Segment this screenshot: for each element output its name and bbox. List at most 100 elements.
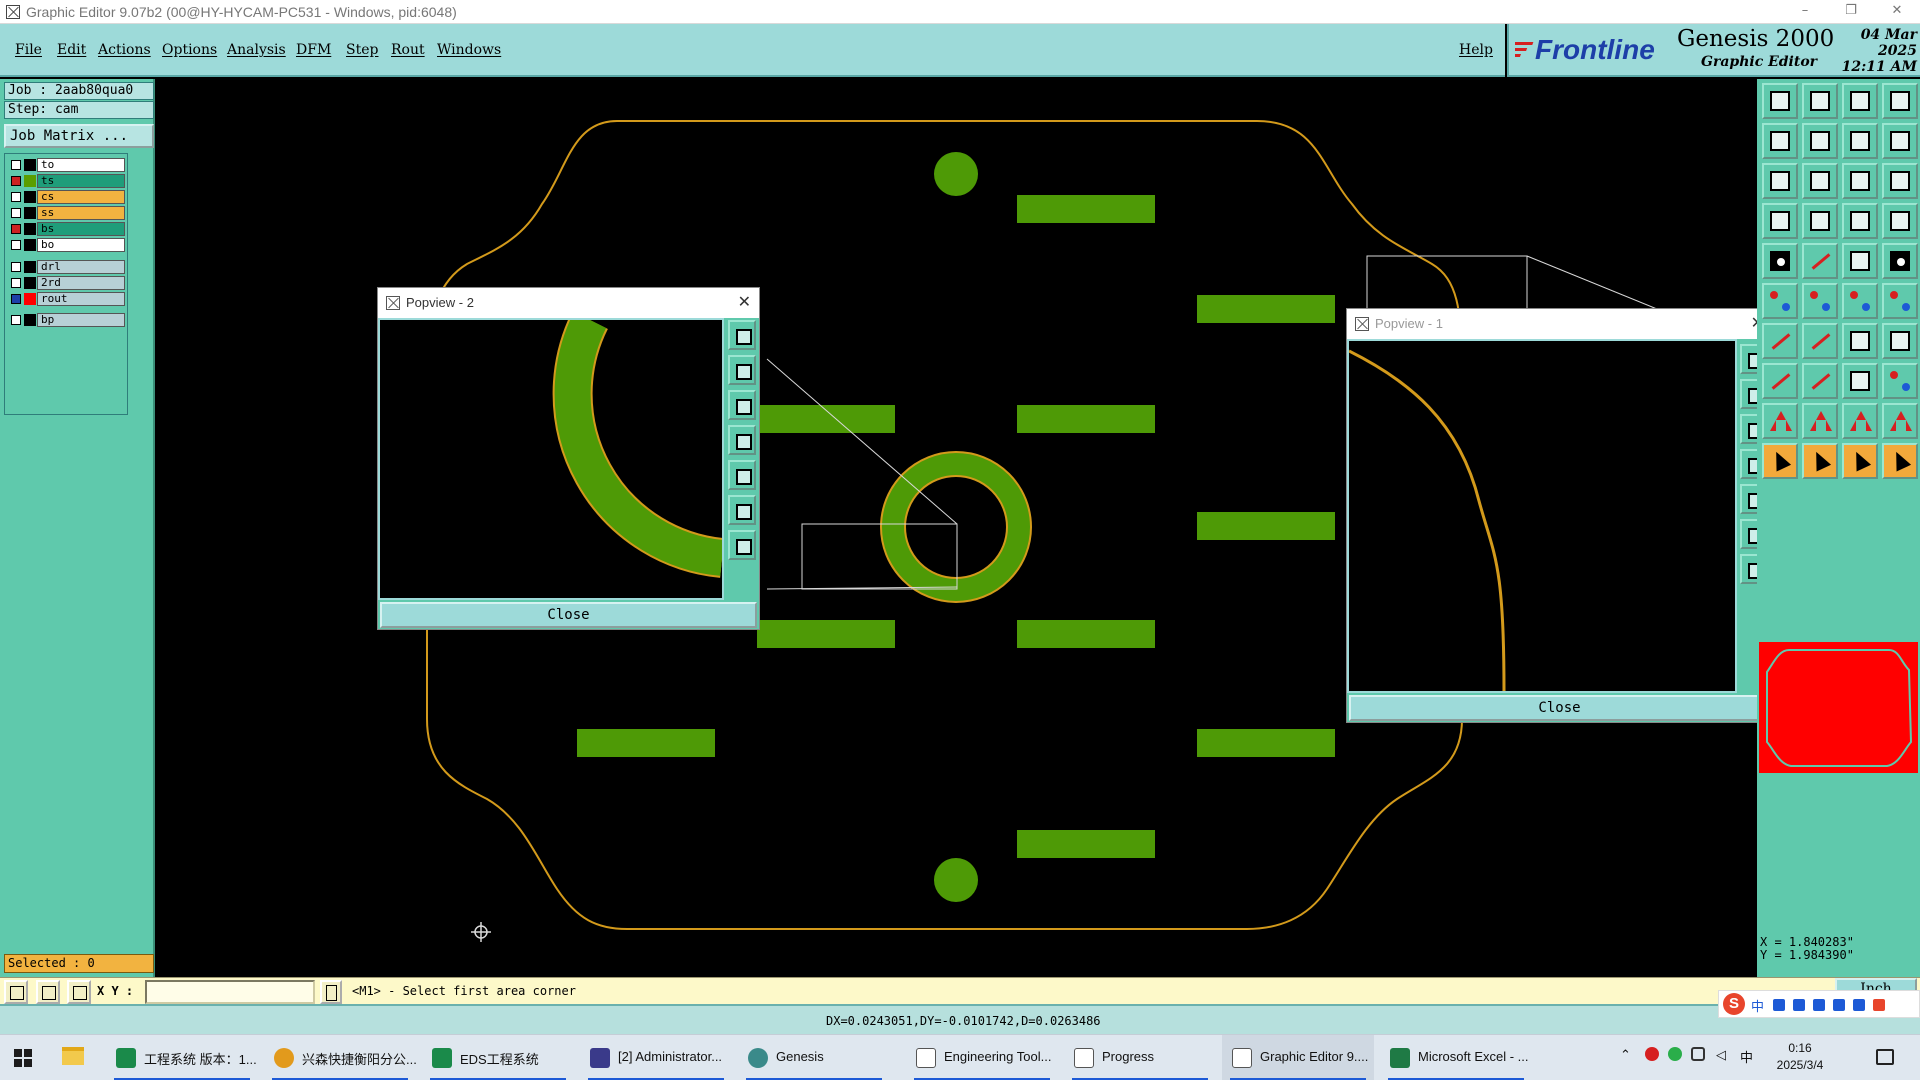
input-language[interactable]: 中 [1740,1047,1753,1066]
cross-icon[interactable] [1802,283,1838,319]
restore-button[interactable]: ❐ [1828,0,1874,24]
taskbar-app-active[interactable]: Graphic Editor 9.... [1222,1035,1374,1080]
circle-icon[interactable] [1882,243,1918,279]
ruler-icon[interactable] [1842,243,1878,279]
pan-right-icon[interactable] [728,460,756,490]
layer-checkbox[interactable] [11,224,21,234]
ime-language[interactable]: 中 [1751,996,1764,1015]
segment-icon[interactable] [1882,283,1918,319]
select-route-icon[interactable] [1882,443,1918,479]
taskbar-app[interactable]: EDS工程系统 [422,1035,574,1080]
select-net-icon[interactable] [1842,443,1878,479]
zoom-1-2-icon[interactable] [1842,163,1878,199]
layer-name[interactable]: rout [37,292,125,306]
text-cursor-icon[interactable] [320,980,342,1004]
connect-icon[interactable] [1762,283,1798,319]
layer-row[interactable]: bo [7,238,127,252]
popview-2-titlebar[interactable]: Popview - 2 ✕ [378,288,759,318]
menu-help[interactable]: Help [1459,42,1493,58]
line-icon[interactable] [1802,243,1838,279]
menu-windows[interactable]: Windows [437,42,501,58]
polygon-icon[interactable] [1882,403,1918,439]
shape-icon[interactable] [1882,363,1918,399]
parallel-icon[interactable] [1882,323,1918,359]
layer-checkbox[interactable] [11,262,21,272]
microphone-icon[interactable] [1793,999,1805,1011]
measure-icon[interactable] [1762,203,1798,239]
redraw-icon[interactable] [1882,123,1918,159]
layer-row[interactable]: rout [7,292,127,306]
apps-icon[interactable] [1853,999,1865,1011]
taskbar-app[interactable]: 工程系统 版本：1... [106,1035,258,1080]
select-icon[interactable] [1802,443,1838,479]
layer-row[interactable]: cs [7,190,127,204]
slash-icon[interactable] [1762,323,1798,359]
zoom-home-icon[interactable] [728,530,756,560]
menu-dfm[interactable]: DFM [296,42,331,58]
pan-down-icon[interactable] [728,390,756,420]
layer-row[interactable]: 2rd [7,276,127,290]
windows-start-icon[interactable] [14,1049,32,1067]
line-mode-icon[interactable] [4,980,28,1004]
skin-icon[interactable] [1833,999,1845,1011]
undo-zoom-icon[interactable] [1842,123,1878,159]
dimension-icon[interactable] [1842,363,1878,399]
popview-1-titlebar[interactable]: Popview - 1 ✕ [1347,309,1772,339]
layer-name[interactable]: bp [37,313,125,327]
horizontal-line-icon[interactable] [1802,363,1838,399]
snap-mode-icon[interactable] [1882,203,1918,239]
chevron-up-icon[interactable]: ⌃ [1620,1047,1631,1063]
close-window-button[interactable]: ✕ [1874,0,1920,24]
layer-name[interactable]: bs [37,222,125,236]
menu-rout[interactable]: Rout [391,42,425,58]
home-icon[interactable] [1842,83,1878,119]
grid-icon[interactable] [1802,203,1838,239]
layer-row[interactable]: ss [7,206,127,220]
wechat-icon[interactable] [1668,1047,1682,1061]
layer-checkbox[interactable] [11,240,21,250]
layer-name[interactable]: bo [37,238,125,252]
tray-app-icon[interactable] [1645,1047,1659,1061]
measure-mode-icon[interactable] [36,980,60,1004]
angle-icon[interactable] [1762,403,1798,439]
point-to-point-icon[interactable] [1842,283,1878,319]
layout-icon[interactable] [1882,83,1918,119]
grid-mode-icon[interactable] [67,980,91,1004]
popview-2-close-button[interactable]: Close [380,602,757,628]
job-matrix-button[interactable]: Job Matrix ... [4,124,154,148]
volume-icon[interactable]: ◁ [1716,1047,1726,1063]
layer-name[interactable]: ss [37,206,125,220]
punctuation-icon[interactable] [1773,999,1785,1011]
menu-options[interactable]: Options [162,42,217,58]
layer-checkbox[interactable] [11,208,21,218]
save-icon[interactable] [1802,83,1838,119]
layer-checkbox[interactable] [11,160,21,170]
layer-checkbox[interactable] [11,315,21,325]
menu-analysis[interactable]: Analysis [227,42,286,58]
close-icon[interactable]: ✕ [738,292,751,311]
file-explorer-icon[interactable] [62,1047,84,1065]
taskbar-app[interactable]: 兴森快捷衡阳分公... [264,1035,417,1080]
layer-checkbox[interactable] [11,278,21,288]
taskbar-app[interactable]: [2] Administrator... [580,1035,732,1080]
popview-2-viewport[interactable] [378,311,725,600]
ime-toolbar[interactable]: S 中 [1718,990,1920,1018]
zoom-center-icon[interactable] [1802,163,1838,199]
notification-icon[interactable] [1876,1049,1894,1065]
snap-icon[interactable] [1842,203,1878,239]
taskbar-app[interactable]: Progress [1064,1035,1216,1080]
diagonal-line-icon[interactable] [1802,323,1838,359]
layer-row[interactable]: bp [7,313,127,327]
clock[interactable]: 0:16 2025/3/4 [1765,1040,1835,1074]
pan-left-icon[interactable] [1762,123,1798,159]
overview-preview[interactable] [1757,640,1920,775]
menu-step[interactable]: Step [346,42,378,58]
layer-name[interactable]: cs [37,190,125,204]
pan-left-icon[interactable] [728,425,756,455]
edge-icon[interactable] [1762,363,1798,399]
layer-row[interactable]: bs [7,222,127,236]
arc-icon[interactable] [1842,323,1878,359]
tools-icon[interactable] [1873,999,1885,1011]
menu-actions[interactable]: Actions [98,42,151,58]
layer-name[interactable]: drl [37,260,125,274]
